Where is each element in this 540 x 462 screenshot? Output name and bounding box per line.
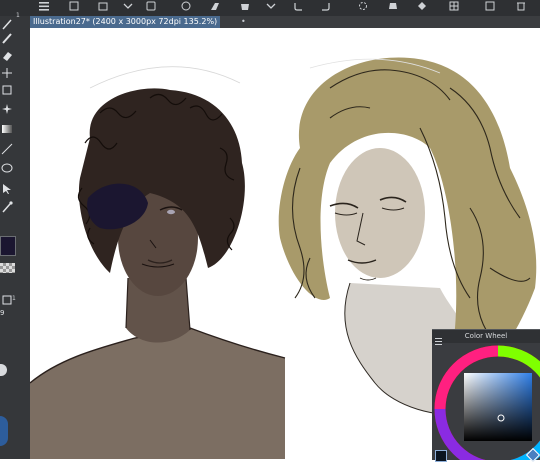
selection-arrow-icon[interactable] [0,181,14,195]
main-color-swatch[interactable] [435,450,447,462]
loading-icon[interactable] [355,0,371,12]
top-toolbar [0,0,540,16]
side-button[interactable] [0,416,8,446]
grid-icon[interactable] [446,0,462,12]
selection-icon[interactable] [237,0,253,12]
line-icon[interactable] [0,141,14,155]
chevron-down-icon[interactable] [263,0,279,12]
current-color-swatch[interactable] [0,236,16,256]
transform-icon[interactable] [95,0,111,12]
document-tab-strip: Illustration27* (2400 x 3000px 72dpi 135… [30,16,540,28]
chevron-down-icon[interactable] [120,0,136,12]
brush-icon[interactable] [0,30,14,44]
menu-icon[interactable] [36,0,52,12]
lasso-icon[interactable] [0,161,14,175]
export-icon[interactable] [482,0,498,12]
panel-menu-icon[interactable] [434,331,443,345]
add-icon[interactable] [178,0,194,12]
new-layer-icon[interactable] [66,0,82,12]
eraser-icon[interactable] [207,0,223,12]
settings-icon[interactable] [414,0,430,12]
opacity-handle[interactable] [0,364,7,376]
tab-close-icon[interactable]: • [241,16,246,28]
transparent-swatch[interactable] [0,263,15,273]
undo-icon[interactable] [290,0,306,12]
layer-count-label: 1 [12,295,16,302]
redo-icon[interactable] [318,0,334,12]
trash-icon[interactable] [513,0,529,12]
document-tab[interactable]: Illustration27* (2400 x 3000px 72dpi 135… [30,16,220,28]
left-toolbar: 1 1 9 [0,12,30,459]
brush-size-label: 9 [0,309,5,317]
crop-icon[interactable] [0,82,14,96]
eyedropper-icon[interactable] [0,199,14,213]
eraser-icon[interactable] [0,47,14,61]
color-wheel-panel: Color Wheel [432,329,540,462]
gradient-icon[interactable] [0,121,14,135]
magic-wand-icon[interactable] [0,101,14,115]
tool-count-label: 1 [16,12,20,19]
fill-icon[interactable] [143,0,159,12]
bucket-icon[interactable] [385,0,401,12]
move-icon[interactable] [0,65,14,79]
pen-icon[interactable] [0,16,14,30]
hue-ring[interactable] [432,343,540,460]
color-wheel-title: Color Wheel [432,330,540,343]
